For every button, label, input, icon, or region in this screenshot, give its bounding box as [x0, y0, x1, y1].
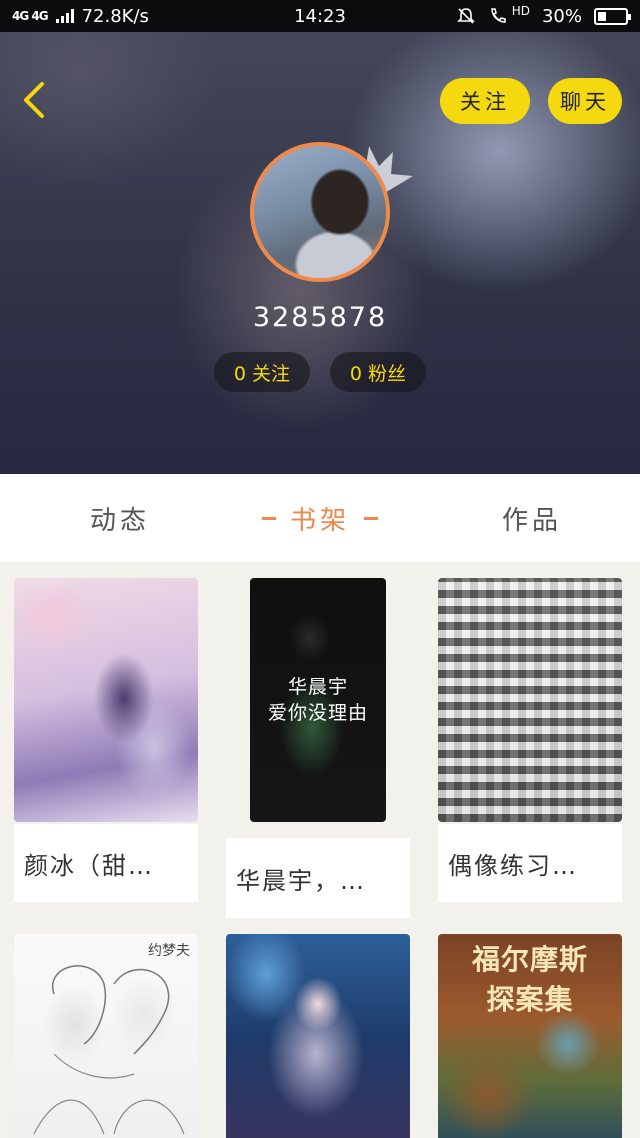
signal-icon	[55, 9, 74, 23]
bookshelf-grid: 颜冰（甜… 华晨宇 爱你没理由 华晨宇，… 偶像练习… 约梦夫 福尔摩斯 探案集	[0, 562, 640, 1138]
tab-works[interactable]: 作品	[452, 474, 612, 562]
tab-activity-label: 动态	[89, 505, 150, 536]
book-card[interactable]: 福尔摩斯 探案集	[438, 934, 622, 1138]
book-cover	[438, 578, 622, 822]
book-cover-text: 华晨宇 爱你没理由	[267, 676, 368, 724]
following-count-chip[interactable]: 0 关注	[214, 352, 310, 392]
username: 3285878	[252, 302, 388, 333]
book-cover	[226, 934, 410, 1138]
back-arrow-icon[interactable]	[18, 80, 58, 120]
book-card[interactable]: 偶像练习…	[438, 578, 622, 902]
profile-header: 关注 聊天 3285878 0 关注 0 粉丝	[0, 32, 640, 474]
book-cover: 福尔摩斯 探案集	[438, 934, 622, 1138]
fans-count-chip[interactable]: 0 粉丝	[330, 352, 426, 392]
battery-percent: 30%	[541, 5, 582, 27]
book-title: 颜冰（甜…	[14, 824, 198, 902]
book-card[interactable]	[226, 934, 410, 1138]
tab-active-indicator-right	[364, 516, 378, 520]
book-title: 华晨宇，…	[226, 838, 410, 918]
status-bar: 4G 4G 72.8K/s 14:23 HD 30%	[0, 0, 640, 32]
book-cover-text: 约梦夫	[148, 943, 190, 959]
status-left: 4G 4G 72.8K/s	[12, 6, 149, 27]
book-card[interactable]: 颜冰（甜…	[14, 578, 198, 902]
book-cover-sketch	[33, 965, 185, 1135]
hd-call-icon	[490, 8, 506, 23]
chat-button[interactable]: 聊天	[548, 78, 622, 124]
tab-bookshelf[interactable]: 书架	[240, 474, 400, 562]
status-right: HD 30%	[456, 4, 631, 27]
mute-bell-icon	[456, 8, 475, 24]
battery-icon	[594, 7, 631, 25]
book-title: 偶像练习…	[438, 824, 622, 902]
book-cover: 华晨宇 爱你没理由	[250, 578, 386, 822]
book-cover-text: 福尔摩斯 探案集	[471, 943, 588, 1016]
avatar[interactable]	[250, 142, 390, 282]
clock: 14:23	[294, 5, 346, 27]
tab-bar: 动态 书架 作品	[0, 474, 640, 562]
avatar-image	[250, 142, 390, 282]
network-type: 4G 4G	[12, 9, 49, 23]
book-cover: 约梦夫	[14, 934, 198, 1138]
follow-button[interactable]: 关注	[440, 78, 530, 124]
book-card[interactable]: 华晨宇 爱你没理由 华晨宇，…	[226, 578, 410, 918]
network-speed: 72.8K/s	[81, 5, 149, 27]
book-cover	[14, 578, 198, 822]
book-card[interactable]: 约梦夫	[14, 934, 198, 1138]
tab-bookshelf-label: 书架	[289, 505, 350, 536]
tab-activity[interactable]: 动态	[40, 474, 200, 562]
tab-active-indicator-left	[261, 516, 276, 520]
hd-label: HD	[511, 4, 530, 18]
tab-works-label: 作品	[501, 505, 562, 536]
